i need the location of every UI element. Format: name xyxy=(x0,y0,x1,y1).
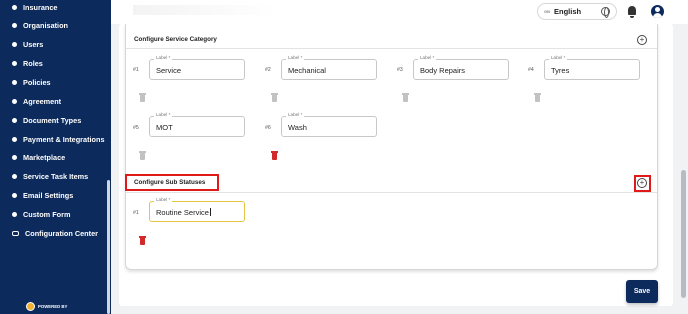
sidebar-item-policies[interactable]: Policies xyxy=(12,75,51,89)
field-label: Label * xyxy=(286,55,305,61)
field-label: Label * xyxy=(154,112,173,118)
brand-logo-icon xyxy=(26,302,35,311)
sidebar-item-email-settings[interactable]: Email Settings xyxy=(12,188,73,202)
header-faded-content xyxy=(133,5,278,15)
plus-icon: + xyxy=(639,35,645,44)
globe-icon xyxy=(601,7,610,18)
field-value: MOT xyxy=(156,123,173,132)
section-divider xyxy=(126,48,657,49)
field-value: Mechanical xyxy=(288,66,326,75)
service-category-field-6[interactable]: Label * Wash xyxy=(281,112,377,137)
bell-icon[interactable] xyxy=(627,6,637,18)
flag-icon: GB xyxy=(544,9,550,14)
delete-icon[interactable] xyxy=(534,93,541,102)
sidebar-item-label: Document Types xyxy=(23,115,82,125)
sidebar-item-marketplace[interactable]: Marketplace xyxy=(12,150,65,164)
item-number: #1 xyxy=(133,210,139,216)
save-button[interactable]: Save xyxy=(626,280,658,303)
sidebar-item-label: Agreement xyxy=(23,96,62,106)
delete-icon[interactable] xyxy=(139,236,146,245)
sidebar-item-payment-integrations[interactable]: Payment & Integrations xyxy=(12,132,105,146)
delete-icon[interactable] xyxy=(271,151,278,160)
sidebar-item-label: Policies xyxy=(23,77,51,87)
field-label: Label * xyxy=(154,197,173,203)
bullet-icon xyxy=(12,192,17,198)
top-header: GB English xyxy=(111,0,688,24)
sidebar-item-custom-form[interactable]: Custom Form xyxy=(12,207,70,221)
bullet-icon xyxy=(12,22,17,28)
add-service-category-button[interactable]: + xyxy=(637,35,647,45)
field-value: Tyres xyxy=(551,66,570,75)
sidebar-item-label: Configuration Center xyxy=(25,228,98,238)
delete-icon[interactable] xyxy=(402,93,409,102)
bullet-icon xyxy=(12,173,17,179)
add-sub-status-button[interactable]: + xyxy=(637,178,647,188)
sidebar-item-label: Payment & Integrations xyxy=(23,134,105,144)
sidebar-scrollbar[interactable] xyxy=(107,180,110,314)
field-value: Routine Service xyxy=(156,208,209,217)
delete-icon[interactable] xyxy=(139,93,146,102)
sidebar: Insurance Organisation Users Roles Polic… xyxy=(0,0,111,314)
plus-icon: + xyxy=(639,178,645,187)
item-number: #2 xyxy=(265,67,271,73)
sidebar-item-insurance[interactable]: Insurance xyxy=(12,0,57,14)
service-category-field-1[interactable]: Label * Service xyxy=(149,55,245,80)
text-cursor xyxy=(209,208,211,216)
delete-icon[interactable] xyxy=(139,151,146,160)
sidebar-item-label: Email Settings xyxy=(23,190,74,200)
sidebar-item-label: Custom Form xyxy=(23,209,71,219)
section-divider xyxy=(126,192,657,193)
delete-icon[interactable] xyxy=(271,93,278,102)
sidebar-item-roles[interactable]: Roles xyxy=(12,56,43,70)
bullet-icon xyxy=(12,41,17,47)
sidebar-item-label: Insurance xyxy=(23,2,58,12)
service-category-field-3[interactable]: Label * Body Repairs xyxy=(413,55,509,80)
field-label: Label * xyxy=(418,55,437,61)
powered-by: POWERED BY xyxy=(26,302,67,311)
configuration-icon xyxy=(12,230,19,236)
bullet-icon xyxy=(12,136,17,142)
language-selector[interactable]: GB English xyxy=(537,3,617,20)
item-number: #1 xyxy=(133,67,139,73)
sidebar-item-organisation[interactable]: Organisation xyxy=(12,18,68,32)
field-value: Wash xyxy=(288,123,307,132)
bullet-icon xyxy=(12,98,17,104)
page-scrollbar[interactable] xyxy=(681,170,686,298)
bullet-icon xyxy=(12,211,17,217)
sidebar-item-service-task-items[interactable]: Service Task Items xyxy=(12,169,88,183)
service-category-title: Configure Service Category xyxy=(134,36,217,43)
field-label: Label * xyxy=(549,55,568,61)
sub-statuses-title: Configure Sub Statuses xyxy=(134,179,206,186)
field-value: Service xyxy=(156,66,182,75)
field-label: Label * xyxy=(286,112,305,118)
sidebar-item-configuration-center[interactable]: Configuration Center xyxy=(12,226,98,240)
sidebar-item-label: Users xyxy=(23,39,44,49)
sidebar-item-users[interactable]: Users xyxy=(12,37,43,51)
sidebar-item-label: Roles xyxy=(23,58,43,68)
item-number: #5 xyxy=(133,125,139,131)
item-number: #3 xyxy=(397,67,403,73)
user-avatar-icon[interactable] xyxy=(651,5,664,18)
powered-by-label: POWERED BY xyxy=(38,304,68,309)
field-value: Body Repairs xyxy=(420,66,466,75)
field-label: Label * xyxy=(154,55,173,61)
bullet-icon xyxy=(12,60,17,66)
sub-status-field-1[interactable]: Label * Routine Service xyxy=(149,197,245,222)
sidebar-item-label: Organisation xyxy=(23,20,69,30)
language-label: English xyxy=(554,7,582,16)
sidebar-item-document-types[interactable]: Document Types xyxy=(12,113,81,127)
sidebar-item-agreement[interactable]: Agreement xyxy=(12,94,61,108)
sidebar-item-label: Marketplace xyxy=(23,152,66,162)
sidebar-item-label: Service Task Items xyxy=(23,171,89,181)
bullet-icon xyxy=(12,79,17,85)
bullet-icon xyxy=(12,154,17,160)
bullet-icon xyxy=(12,4,17,10)
service-category-field-2[interactable]: Label * Mechanical xyxy=(281,55,377,80)
service-category-field-5[interactable]: Label * MOT xyxy=(149,112,245,137)
item-number: #4 xyxy=(528,67,534,73)
item-number: #6 xyxy=(265,125,271,131)
service-category-field-4[interactable]: Label * Tyres xyxy=(544,55,640,80)
bullet-icon xyxy=(12,117,17,123)
